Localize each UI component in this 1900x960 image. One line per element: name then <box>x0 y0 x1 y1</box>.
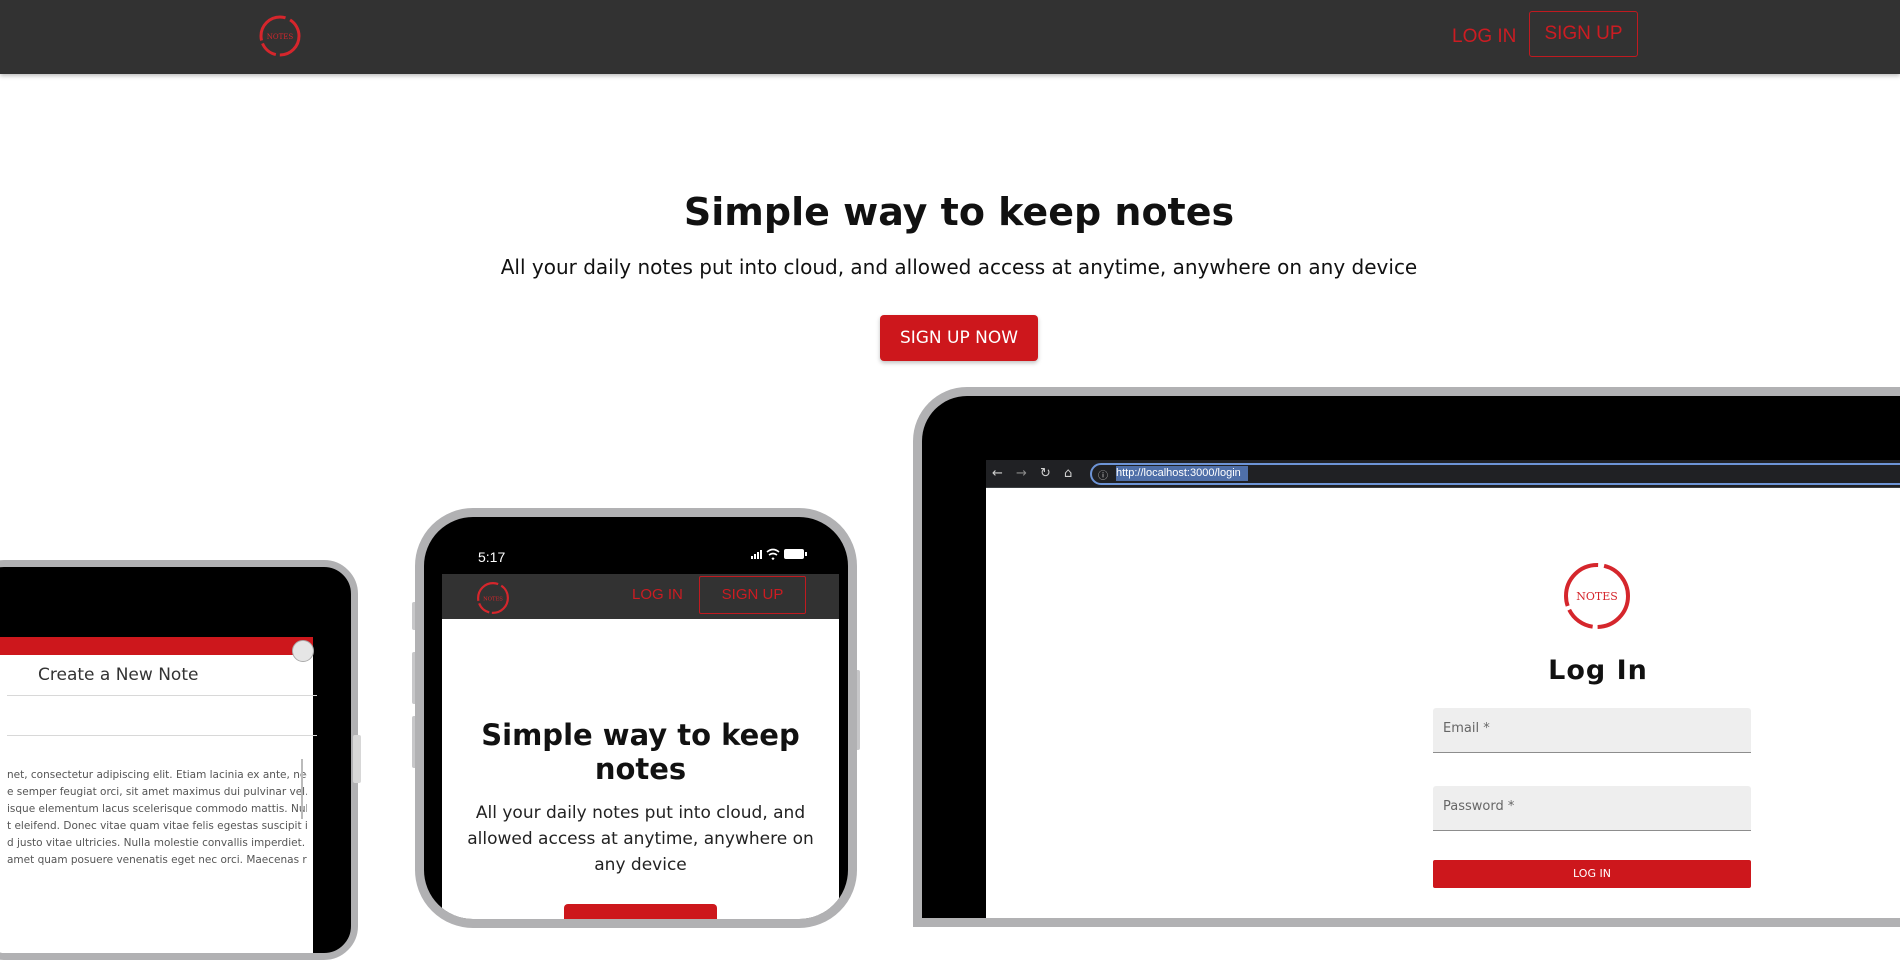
new-note-heading: Create a New Note <box>38 665 199 685</box>
notes-logo-icon: NOTES <box>477 582 509 614</box>
tablet-screen: Create a New Note net, consectetur adipi… <box>0 637 317 953</box>
phone-mockup: 5:17 NOTES LOG IN SIGN UP Simple way to … <box>415 508 857 928</box>
tablet-mockup: Create a New Note net, consectetur adipi… <box>0 560 358 960</box>
signup-now-button[interactable]: SIGN UP NOW <box>880 315 1038 361</box>
signal-wifi-battery-icon <box>751 548 807 561</box>
reload-icon: ↻ <box>1040 466 1051 481</box>
phone-navbar: NOTES LOG IN SIGN UP <box>442 574 839 619</box>
scrollbar <box>301 759 303 819</box>
hero-subtitle: All your daily notes put into cloud, and… <box>500 255 1418 279</box>
info-icon: ⓘ <box>1098 471 1108 482</box>
logo-text: NOTES <box>483 597 503 603</box>
phone-status-icons <box>751 547 811 564</box>
login-submit-button: LOG IN <box>1433 860 1751 888</box>
signup-button[interactable]: SIGN UP <box>1529 11 1638 57</box>
phone-signup-button: SIGN UP <box>699 576 806 614</box>
tablet-header-bar <box>0 637 313 655</box>
login-title: Log In <box>1548 655 1648 686</box>
phone-cta-button <box>564 904 717 919</box>
logo-text: NOTES <box>1576 590 1618 603</box>
divider <box>7 695 317 696</box>
address-bar: ⓘ http://localhost:3000/login <box>1090 463 1900 485</box>
email-field: Email * <box>1433 708 1751 753</box>
note-line: amet quam posuere venenatis eget nec orc… <box>7 854 307 866</box>
browser-window: ← → ↻ ⌂ ⓘ http://localhost:3000/login NO… <box>986 460 1900 918</box>
phone-clock: 5:17 <box>478 549 506 565</box>
browser-toolbar: ← → ↻ ⌂ ⓘ http://localhost:3000/login <box>986 460 1900 488</box>
close-icon <box>292 640 314 662</box>
phone-hero-title: Simple way to keep notes <box>481 718 800 786</box>
note-line: net, consectetur adipiscing elit. Etiam … <box>7 769 307 781</box>
login-link[interactable]: LOG IN <box>1452 22 1516 52</box>
back-arrow-icon: ← <box>992 466 1003 481</box>
note-line: e semper feugiat orci, sit amet maximus … <box>7 786 307 798</box>
forward-arrow-icon: → <box>1016 466 1027 481</box>
password-field: Password * <box>1433 786 1751 831</box>
email-placeholder: Email * <box>1443 721 1490 736</box>
divider <box>7 735 317 736</box>
note-body-text: net, consectetur adipiscing elit. Etiam … <box>7 767 307 869</box>
laptop-mockup: ← → ↻ ⌂ ⓘ http://localhost:3000/login NO… <box>913 387 1900 927</box>
notes-logo-icon[interactable]: NOTES <box>256 12 304 60</box>
phone-screen: NOTES LOG IN SIGN UP Simple way to keep … <box>442 574 839 919</box>
tablet-side-button <box>353 735 361 783</box>
notes-logo-icon: NOTES <box>1564 563 1630 629</box>
url-text: http://localhost:3000/login <box>1116 467 1241 479</box>
note-line: t eleifend. Donec vitae quam vitae felis… <box>7 820 307 832</box>
password-placeholder: Password * <box>1443 799 1515 814</box>
phone-hero-subtitle: All your daily notes put into cloud, and… <box>467 803 814 875</box>
hero-title: Simple way to keep notes <box>683 190 1235 234</box>
logo-text: NOTES <box>267 33 294 41</box>
top-navbar: NOTES LOG IN SIGN UP <box>0 0 1900 74</box>
phone-login-link: LOG IN <box>632 586 683 603</box>
note-line: d justo vitae ultricies. Nulla molestie … <box>7 837 306 849</box>
note-line: isque elementum lacus scelerisque commod… <box>7 803 307 815</box>
home-icon: ⌂ <box>1064 466 1073 481</box>
